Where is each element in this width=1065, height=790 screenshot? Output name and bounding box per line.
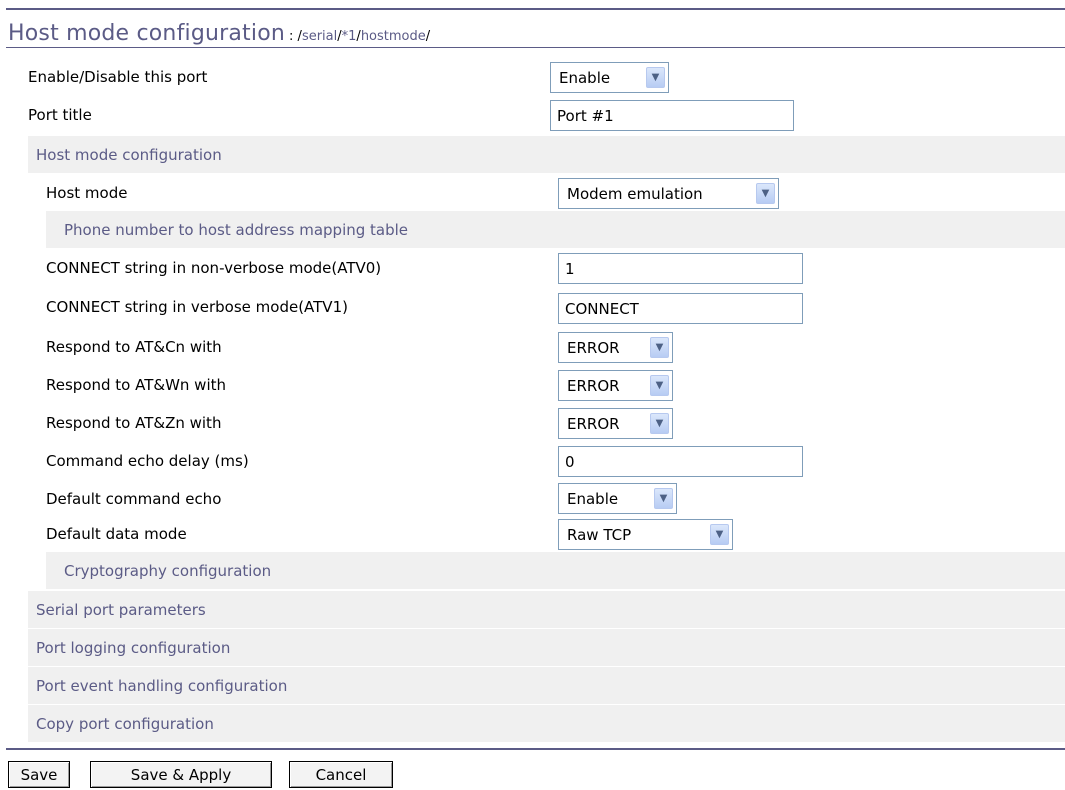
connect-non-verbose-row: CONNECT string in non-verbose mode(ATV0): [46, 249, 381, 287]
data-mode-select-value: Raw TCP: [567, 525, 632, 544]
respond-atz-select-value: ERROR: [567, 414, 620, 433]
section-port-logging[interactable]: Port logging configuration: [28, 629, 1065, 666]
save-button[interactable]: Save: [8, 761, 70, 788]
enable-port-select[interactable]: Enable ▼: [550, 62, 669, 93]
chevron-down-icon[interactable]: ▼: [710, 524, 729, 545]
respond-atz-row: Respond to AT&Zn with: [46, 404, 221, 442]
command-echo-row: Default command echo: [46, 480, 221, 518]
chevron-down-icon[interactable]: ▼: [756, 183, 775, 204]
host-mode-label: Host mode: [46, 184, 128, 202]
echo-delay-input[interactable]: 0: [558, 446, 803, 477]
port-title-label: Port title: [28, 106, 92, 124]
section-phone-number-mapping[interactable]: Phone number to host address mapping tab…: [46, 211, 1065, 248]
breadcrumb-hostmode-link[interactable]: hostmode: [361, 29, 426, 44]
bottom-rule: [6, 748, 1065, 750]
port-title-input[interactable]: Port #1: [550, 100, 794, 131]
breadcrumb-port-link[interactable]: *1: [342, 29, 357, 44]
connect-non-verbose-input[interactable]: 1: [558, 253, 803, 284]
top-rule: [6, 8, 1065, 10]
respond-atc-select-value: ERROR: [567, 338, 620, 357]
section-host-mode-configuration-label: Host mode configuration: [36, 145, 222, 164]
respond-atc-select[interactable]: ERROR ▼: [558, 332, 673, 363]
cancel-button[interactable]: Cancel: [289, 761, 393, 788]
chevron-down-icon[interactable]: ▼: [654, 488, 673, 509]
echo-delay-label: Command echo delay (ms): [46, 452, 249, 470]
respond-atc-row: Respond to AT&Cn with: [46, 328, 222, 366]
respond-atz-label: Respond to AT&Zn with: [46, 414, 222, 432]
command-echo-select-value: Enable: [567, 489, 619, 508]
host-mode-select-value: Modem emulation: [567, 184, 703, 203]
respond-atw-label: Respond to AT&Wn with: [46, 376, 226, 394]
section-serial-port-parameters[interactable]: Serial port parameters: [28, 591, 1065, 628]
data-mode-label: Default data mode: [46, 525, 187, 543]
breadcrumb: : /serial/*1/hostmode/: [289, 29, 430, 46]
port-title-row: Port title: [28, 96, 92, 134]
breadcrumb-serial-link[interactable]: serial: [302, 29, 337, 44]
host-mode-row: Host mode: [46, 174, 127, 212]
enable-port-label: Enable/Disable this port: [28, 68, 208, 86]
section-cryptography[interactable]: Cryptography configuration: [46, 552, 1065, 589]
respond-atw-select-value: ERROR: [567, 376, 620, 395]
section-port-event-handling[interactable]: Port event handling configuration: [28, 667, 1065, 704]
command-echo-select[interactable]: Enable ▼: [558, 483, 677, 514]
data-mode-row: Default data mode: [46, 515, 187, 553]
chevron-down-icon[interactable]: ▼: [646, 67, 665, 88]
chevron-down-icon[interactable]: ▼: [650, 413, 669, 434]
connect-non-verbose-label: CONNECT string in non-verbose mode(ATV0): [46, 259, 382, 277]
breadcrumb-separator: :: [289, 29, 294, 44]
echo-delay-row: Command echo delay (ms): [46, 442, 249, 480]
data-mode-select[interactable]: Raw TCP ▼: [558, 519, 733, 550]
section-port-logging-label: Port logging configuration: [36, 638, 231, 657]
section-phone-number-mapping-label: Phone number to host address mapping tab…: [64, 220, 409, 239]
section-copy-port-configuration-label: Copy port configuration: [36, 714, 214, 733]
enable-port-row: Enable/Disable this port: [28, 58, 207, 96]
save-apply-button[interactable]: Save & Apply: [90, 761, 272, 788]
section-serial-port-parameters-label: Serial port parameters: [36, 600, 206, 619]
respond-atw-select[interactable]: ERROR ▼: [558, 370, 673, 401]
section-cryptography-label: Cryptography configuration: [64, 561, 272, 580]
header-rule: [6, 47, 1065, 48]
section-copy-port-configuration[interactable]: Copy port configuration: [28, 705, 1065, 742]
respond-atc-label: Respond to AT&Cn with: [46, 338, 222, 356]
breadcrumb-slash: /: [425, 29, 431, 44]
page-header: Host mode configuration : /serial/*1/hos…: [8, 12, 430, 46]
respond-atz-select[interactable]: ERROR ▼: [558, 408, 673, 439]
chevron-down-icon[interactable]: ▼: [650, 337, 669, 358]
command-echo-label: Default command echo: [46, 490, 222, 508]
enable-port-select-value: Enable: [559, 68, 611, 87]
respond-atw-row: Respond to AT&Wn with: [46, 366, 226, 404]
section-host-mode-configuration[interactable]: Host mode configuration: [28, 136, 1065, 173]
section-port-event-handling-label: Port event handling configuration: [36, 676, 288, 695]
chevron-down-icon[interactable]: ▼: [650, 375, 669, 396]
host-mode-select[interactable]: Modem emulation ▼: [558, 178, 779, 209]
page-title: Host mode configuration: [8, 21, 286, 46]
connect-verbose-label: CONNECT string in verbose mode(ATV1): [46, 298, 348, 316]
connect-verbose-input[interactable]: CONNECT: [558, 293, 803, 324]
connect-verbose-row: CONNECT string in verbose mode(ATV1): [46, 288, 348, 326]
